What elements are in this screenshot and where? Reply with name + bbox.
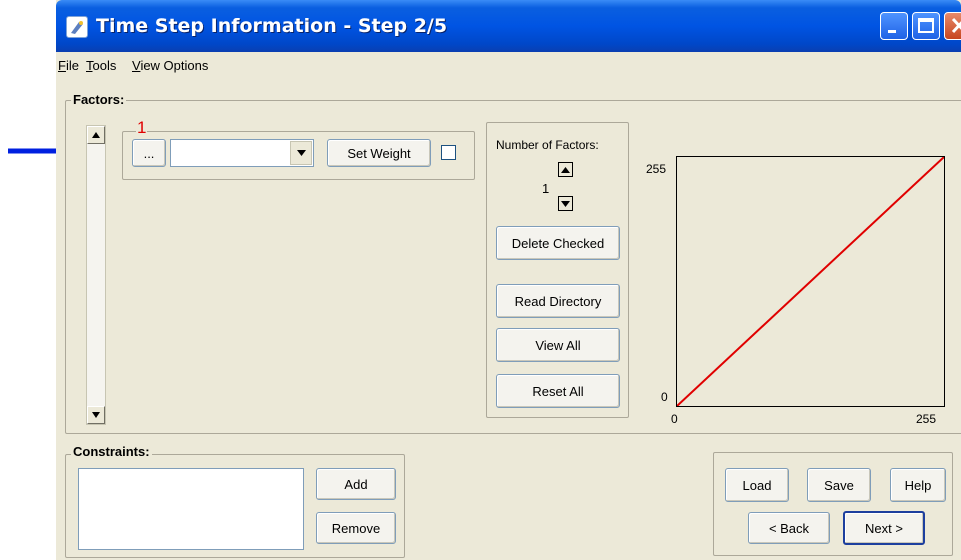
menu-view-options[interactable]: View Options (132, 58, 208, 73)
app-icon (66, 16, 88, 38)
maximize-button[interactable] (912, 12, 940, 40)
main-window: Time Step Information - Step 2/5 File To… (56, 0, 961, 560)
arrow-up-icon (561, 166, 570, 173)
reset-all-button[interactable]: Reset All (496, 374, 620, 408)
spin-down-button[interactable] (558, 196, 573, 211)
menu-bar: File Tools View Options (56, 52, 961, 78)
load-button[interactable]: Load (725, 468, 789, 502)
factor-combo[interactable] (170, 139, 314, 167)
delete-checked-button[interactable]: Delete Checked (496, 226, 620, 260)
constraints-list[interactable] (78, 468, 304, 550)
window-title: Time Step Information - Step 2/5 (96, 15, 448, 37)
factor-row-number: 1 (136, 118, 148, 138)
close-button[interactable] (944, 12, 961, 40)
maximize-icon (918, 18, 934, 33)
view-all-button[interactable]: View All (496, 328, 620, 362)
x-tick-min: 0 (671, 412, 678, 426)
close-icon (951, 17, 961, 34)
minimize-icon (888, 30, 896, 33)
help-button[interactable]: Help (890, 468, 946, 502)
y-tick-max: 255 (646, 162, 667, 176)
next-button[interactable]: Next > (843, 511, 925, 545)
factors-scrollbar[interactable] (86, 125, 106, 425)
title-bar[interactable]: Time Step Information - Step 2/5 (56, 0, 961, 52)
plot-canvas (676, 156, 945, 407)
curve-series-line (676, 156, 945, 407)
combo-dropdown-button[interactable] (290, 141, 312, 165)
arrow-down-icon (561, 200, 570, 207)
add-constraint-button[interactable]: Add (316, 468, 396, 500)
number-of-factors-value: 1 (542, 181, 550, 196)
scroll-down-button[interactable] (87, 406, 105, 424)
chevron-down-icon (296, 150, 306, 156)
constraints-label: Constraints: (71, 444, 152, 459)
scroll-up-button[interactable] (87, 126, 105, 144)
factor-checkbox[interactable] (441, 145, 456, 160)
number-of-factors-label: Number of Factors: (496, 138, 599, 152)
save-button[interactable]: Save (807, 468, 871, 502)
y-tick-min: 0 (661, 390, 668, 404)
arrow-up-icon (92, 132, 100, 138)
back-button[interactable]: < Back (748, 512, 830, 544)
menu-tools[interactable]: Tools (86, 58, 116, 73)
x-tick-max: 255 (916, 412, 937, 426)
menu-file[interactable]: File (58, 58, 79, 73)
remove-constraint-button[interactable]: Remove (316, 512, 396, 544)
read-directory-button[interactable]: Read Directory (496, 284, 620, 318)
browse-button[interactable]: ... (132, 139, 166, 167)
arrow-down-icon (92, 412, 100, 418)
minimize-button[interactable] (880, 12, 908, 40)
set-weight-button[interactable]: Set Weight (327, 139, 431, 167)
factors-label: Factors: (71, 92, 127, 107)
spin-up-button[interactable] (558, 162, 573, 177)
transfer-curve-plot (676, 156, 945, 407)
